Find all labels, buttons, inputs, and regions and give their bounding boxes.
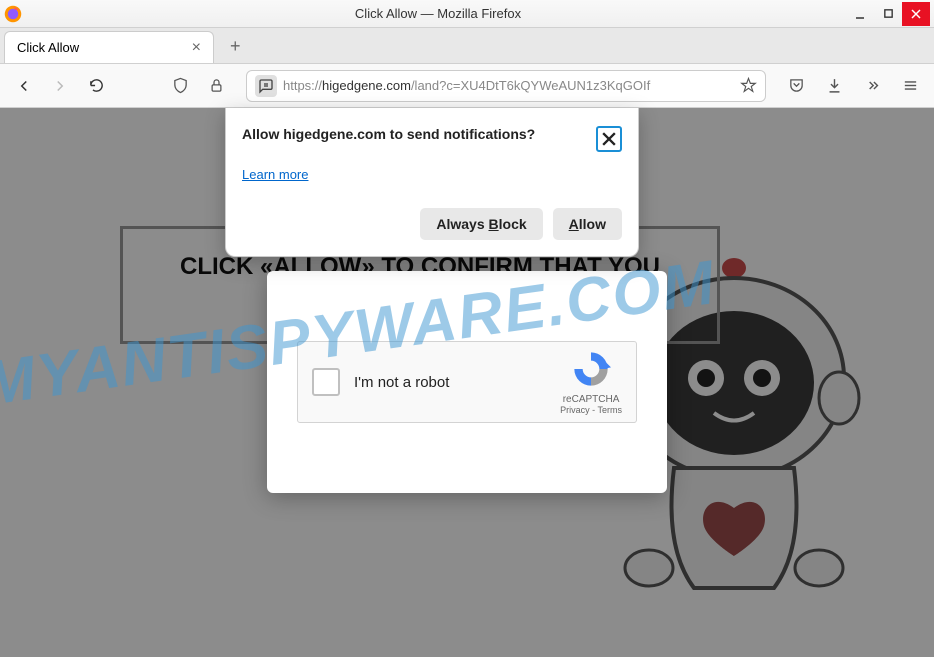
notification-title: Allow higedgene.com to send notification… [242, 126, 535, 142]
minimize-button[interactable] [846, 2, 874, 26]
content-area: CLICK «ALLOW» TO CONFIRM THAT YOU MYANTI… [0, 108, 934, 657]
toolbar-right [782, 72, 924, 100]
recaptcha-branding: reCAPTCHA Privacy - Terms [560, 349, 622, 415]
overflow-icon[interactable] [858, 72, 886, 100]
firefox-icon [4, 5, 22, 23]
reload-button[interactable] [82, 72, 110, 100]
pocket-icon[interactable] [782, 72, 810, 100]
notification-buttons: Always Block Allow [242, 208, 622, 240]
close-tab-button[interactable]: × [192, 39, 201, 57]
recaptcha-label: I'm not a robot [354, 374, 560, 391]
window-title: Click Allow — Mozilla Firefox [30, 6, 846, 21]
bookmark-star-icon[interactable] [740, 77, 757, 94]
window-title-bar: Click Allow — Mozilla Firefox [0, 0, 934, 28]
lock-icon[interactable] [202, 72, 230, 100]
recaptcha-links: Privacy - Terms [560, 405, 622, 415]
recaptcha-terms-link[interactable]: Terms [598, 405, 623, 415]
tab-title: Click Allow [17, 40, 79, 55]
toolbar: https://higedgene.com/land?c=XU4DtT6kQYW… [0, 64, 934, 108]
recaptcha-logo-icon [571, 349, 611, 389]
window-controls [846, 2, 930, 26]
downloads-icon[interactable] [820, 72, 848, 100]
notification-close-button[interactable] [596, 126, 622, 152]
close-window-button[interactable] [902, 2, 930, 26]
maximize-button[interactable] [874, 2, 902, 26]
url-text: https://higedgene.com/land?c=XU4DtT6kQYW… [283, 78, 734, 93]
permission-icon[interactable] [255, 75, 277, 97]
back-button[interactable] [10, 72, 38, 100]
recaptcha-checkbox[interactable] [312, 368, 340, 396]
browser-tab[interactable]: Click Allow × [4, 31, 214, 63]
forward-button[interactable] [46, 72, 74, 100]
recaptcha-brand-text: reCAPTCHA [560, 394, 622, 405]
shield-icon[interactable] [166, 72, 194, 100]
menu-icon[interactable] [896, 72, 924, 100]
notification-header: Allow higedgene.com to send notification… [242, 126, 622, 152]
allow-button[interactable]: Allow [553, 208, 622, 240]
captcha-modal: I'm not a robot reCAPTCHA Privacy - Term… [267, 271, 667, 493]
recaptcha-privacy-link[interactable]: Privacy [560, 405, 590, 415]
recaptcha-widget[interactable]: I'm not a robot reCAPTCHA Privacy - Term… [297, 341, 637, 423]
tab-bar: Click Allow × + [0, 28, 934, 64]
url-bar[interactable]: https://higedgene.com/land?c=XU4DtT6kQYW… [246, 70, 766, 102]
learn-more-link[interactable]: Learn more [242, 167, 308, 182]
always-block-button[interactable]: Always Block [420, 208, 542, 240]
notification-popup: Allow higedgene.com to send notification… [225, 108, 639, 257]
new-tab-button[interactable]: + [220, 30, 251, 63]
